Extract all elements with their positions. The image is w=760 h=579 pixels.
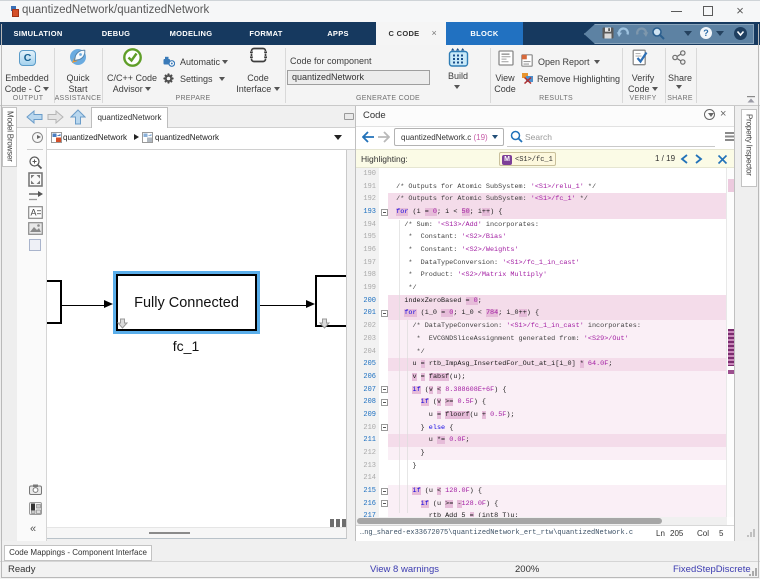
svg-text:A: A <box>31 208 37 218</box>
